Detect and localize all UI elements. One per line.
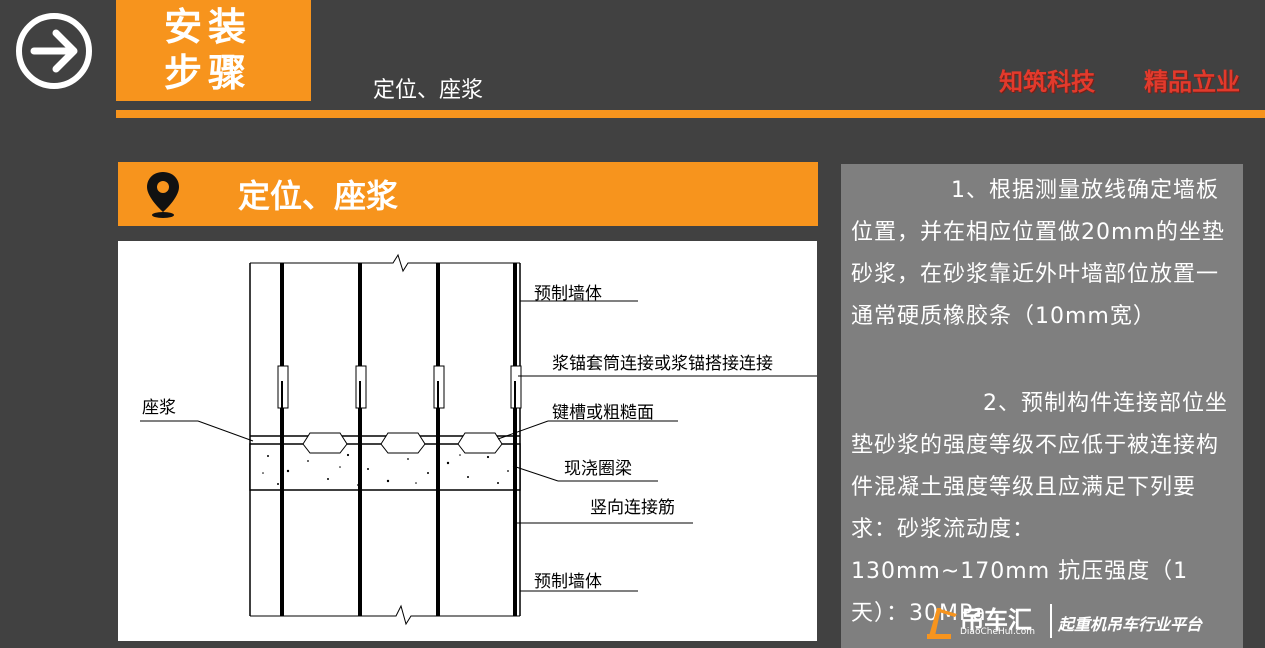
label-shear-key: 键槽或粗糙面 bbox=[552, 403, 654, 423]
crane-logo-icon bbox=[927, 608, 957, 639]
location-pin-icon bbox=[147, 172, 179, 218]
watermark-divider bbox=[1050, 604, 1052, 638]
page-subtitle: 定位、座浆 bbox=[373, 78, 484, 103]
label-precast-wall-bottom: 预制墙体 bbox=[534, 572, 602, 592]
description-paragraph-1: 1、根据测量放线确定墙板位置，并在相应位置做20mm的坐垫砂浆，在砂浆靠近外叶墙… bbox=[851, 178, 1225, 329]
page-title-line1: 安装 bbox=[164, 5, 253, 49]
page-title-line2: 步骤 bbox=[164, 51, 253, 95]
header-divider bbox=[116, 110, 1265, 118]
page-title: 安装 步骤 bbox=[164, 4, 304, 96]
label-sleeve: 浆锚套筒连接或浆锚搭接连接 bbox=[552, 354, 773, 374]
label-vertical-bar: 竖向连接筋 bbox=[590, 498, 675, 518]
description-paragraph-2: 2、预制构件连接部位坐垫砂浆的强度等级不应低于被连接构件混凝土强度等级且应满足下… bbox=[851, 391, 1228, 626]
label-ring-beam: 现浇圈梁 bbox=[564, 459, 632, 479]
brand-left: 知筑科技 bbox=[999, 68, 1095, 96]
section-header-bar bbox=[118, 162, 818, 226]
label-bed-mortar: 座浆 bbox=[142, 398, 176, 418]
brand-right: 精品立业 bbox=[1144, 68, 1240, 96]
connection-diagram-drawing bbox=[140, 253, 817, 626]
arrow-right-circle-icon[interactable] bbox=[14, 11, 94, 91]
connection-diagram: 预制墙体 浆锚套筒连接或浆锚搭接连接 座浆 键槽或粗糙面 现浇圈梁 竖向连接筋 … bbox=[118, 241, 817, 641]
watermark-url: DiaoCheHui.com bbox=[960, 627, 1036, 637]
section-title: 定位、座浆 bbox=[238, 177, 399, 215]
watermark-slogan: 起重机吊车行业平台 bbox=[1058, 615, 1203, 634]
label-precast-wall-top: 预制墙体 bbox=[534, 284, 602, 304]
